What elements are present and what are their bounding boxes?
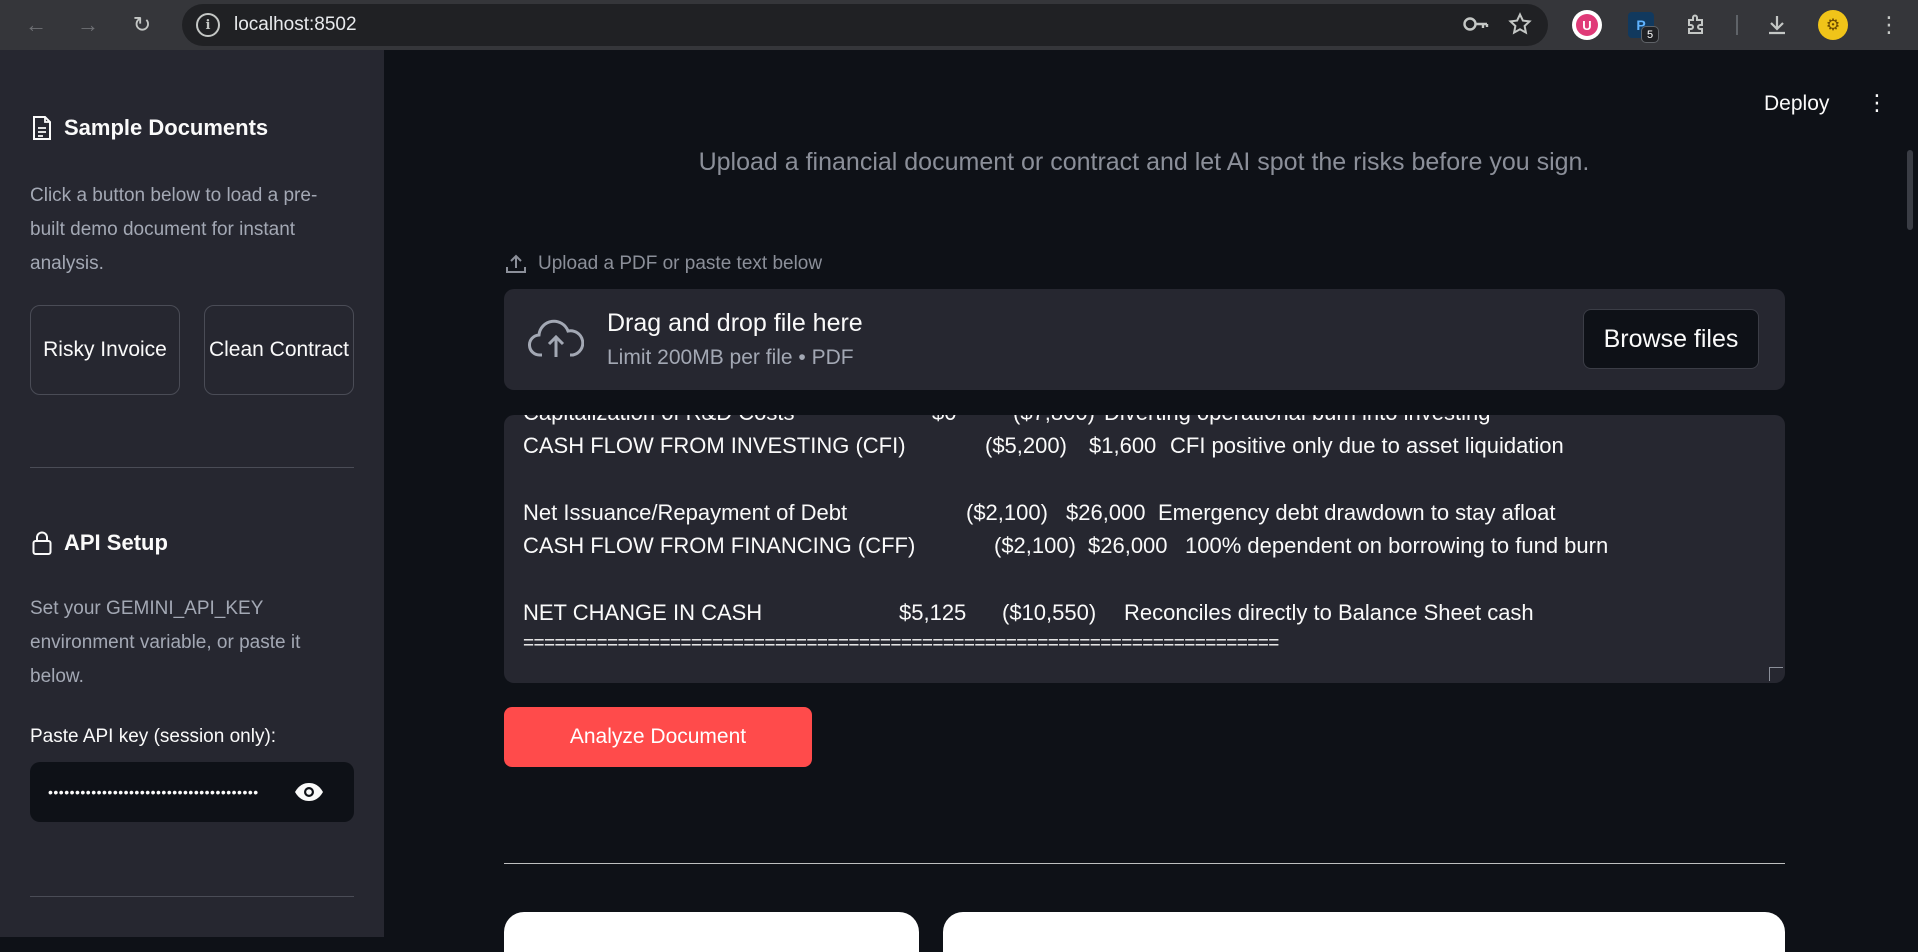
dropzone-limit: Limit 200MB per file • PDF xyxy=(607,346,854,369)
address-bar[interactable]: i localhost:8502 xyxy=(182,4,1548,46)
url-text[interactable]: localhost:8502 xyxy=(234,14,357,36)
sample-description: Click a button below to load a pre-built… xyxy=(30,185,318,274)
profile-avatar-icon[interactable]: ⚙ xyxy=(1818,10,1848,40)
page-subtitle: Upload a financial document or contract … xyxy=(698,148,1590,176)
document-icon xyxy=(30,115,54,141)
upload-label: Upload a PDF or paste text below xyxy=(504,252,822,276)
sidebar: Sample Documents Click a button below to… xyxy=(0,50,384,937)
api-key-value[interactable]: ••••••••••••••••••••••••••••••••••••••• xyxy=(48,784,298,800)
main-menu-icon[interactable]: ⋮ xyxy=(1866,90,1888,118)
browser-toolbar: ← → ↻ i localhost:8502 U P 5 ⚙ ⋮ xyxy=(0,0,1918,50)
sample-documents-heading: Sample Documents xyxy=(30,115,268,141)
scrollbar-thumb[interactable] xyxy=(1907,150,1913,230)
extension-badge: 5 xyxy=(1641,26,1659,43)
file-dropzone[interactable]: Drag and drop file here Limit 200MB per … xyxy=(504,289,1785,390)
extension-u-icon[interactable]: U xyxy=(1572,10,1602,40)
password-key-icon[interactable] xyxy=(1462,12,1490,36)
api-key-label: Paste API key (session only): xyxy=(30,726,277,747)
main-divider xyxy=(504,863,1785,864)
forward-icon[interactable]: → xyxy=(70,7,106,43)
resize-handle[interactable] xyxy=(1769,667,1783,681)
lock-icon xyxy=(30,530,54,556)
extensions-puzzle-icon[interactable] xyxy=(1682,10,1712,40)
upload-icon xyxy=(506,254,526,273)
site-info-icon[interactable]: i xyxy=(196,13,220,37)
document-text-area[interactable]: Capitalization of R&D Costs $0 ($7,800) … xyxy=(504,415,1785,683)
reload-icon[interactable]: ↻ xyxy=(124,7,160,43)
rule-line: ========================================… xyxy=(523,633,1279,654)
api-description: Set your GEMINI_API_KEY environment vari… xyxy=(30,598,301,687)
api-key-input[interactable]: ••••••••••••••••••••••••••••••••••••••• xyxy=(30,762,354,822)
result-card-left xyxy=(504,912,919,952)
browser-menu-icon[interactable]: ⋮ xyxy=(1874,10,1904,40)
bookmark-star-icon[interactable] xyxy=(1508,12,1532,36)
browse-files-button[interactable]: Browse files xyxy=(1583,309,1759,369)
api-setup-heading: API Setup xyxy=(30,530,168,556)
toolbar-separator xyxy=(1736,15,1738,35)
analyze-document-button[interactable]: Analyze Document xyxy=(504,707,812,767)
sidebar-divider-bottom xyxy=(30,896,354,897)
dropzone-title: Drag and drop file here xyxy=(607,309,863,337)
downloads-icon[interactable] xyxy=(1762,10,1792,40)
risky-invoice-button[interactable]: Risky Invoice xyxy=(30,305,180,395)
back-icon[interactable]: ← xyxy=(18,7,54,43)
sidebar-divider xyxy=(30,467,354,468)
deploy-button[interactable]: Deploy xyxy=(1764,92,1829,116)
result-card-right xyxy=(943,912,1785,952)
show-password-eye-icon[interactable] xyxy=(294,779,324,805)
clean-contract-button[interactable]: Clean Contract xyxy=(204,305,354,395)
cloud-upload-icon xyxy=(528,319,584,357)
